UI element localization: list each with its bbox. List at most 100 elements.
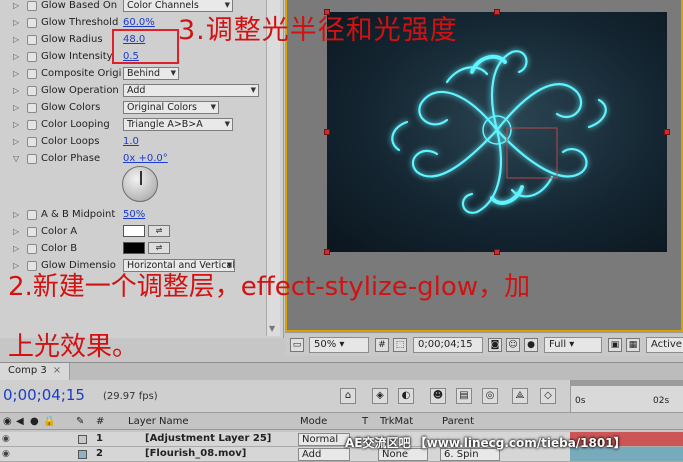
blend-mode-dropdown[interactable]: Add (298, 448, 350, 461)
visibility-eye-icon[interactable]: ◉ (2, 434, 12, 444)
twirl-closed-icon[interactable]: ▷ (13, 120, 21, 130)
a-b-midpoint-value[interactable]: 50% (123, 209, 145, 220)
zoom-dropdown[interactable]: 50% ▾ (309, 337, 369, 353)
time-ruler[interactable]: 0s 02s (570, 380, 683, 412)
camera-dropdown[interactable]: Active (646, 337, 683, 353)
twirl-closed-icon[interactable]: ▷ (13, 69, 21, 79)
bounding-handle[interactable] (324, 129, 330, 135)
stopwatch-icon[interactable] (27, 226, 37, 237)
highlight-box (112, 29, 179, 64)
live-update-icon[interactable]: ◈ (372, 388, 388, 404)
ruler-label-0: 0s (575, 396, 586, 406)
twirl-closed-icon[interactable]: ▷ (13, 227, 21, 237)
prop-name: Color A (41, 226, 78, 237)
region-of-interest-icon[interactable]: ⬚ (393, 338, 407, 352)
composition-canvas[interactable] (324, 9, 670, 255)
color-phase-value[interactable]: 0x +0.0° (123, 153, 168, 164)
label-color-swatch[interactable] (78, 450, 87, 459)
always-preview-icon[interactable]: ▭ (290, 338, 304, 352)
timeline-timecode[interactable]: 0;00;04;15 (3, 386, 85, 404)
bounding-handle[interactable] (664, 129, 670, 135)
twirl-closed-icon[interactable]: ▷ (13, 103, 21, 113)
visibility-eye-icon[interactable]: ◉ (2, 449, 12, 459)
lock-column-icon: 🔒 (43, 416, 56, 427)
layer-name[interactable]: [Flourish_08.mov] (145, 448, 246, 459)
stopwatch-icon[interactable] (27, 136, 37, 147)
stopwatch-icon[interactable] (27, 0, 37, 11)
prop-name: Glow Colors (41, 102, 101, 113)
work-area-bar[interactable] (571, 380, 683, 386)
twirl-closed-icon[interactable]: ▷ (13, 244, 21, 254)
col-layer-name[interactable]: Layer Name (128, 416, 189, 427)
color-phase-dial[interactable] (122, 166, 158, 202)
bounding-handle[interactable] (494, 9, 500, 15)
stopwatch-icon[interactable] (27, 153, 37, 164)
prop-row-glow-operation: ▷ Glow Operation Add ▼ (0, 82, 270, 99)
twirl-closed-icon[interactable]: ▷ (13, 18, 21, 28)
stopwatch-icon[interactable] (27, 119, 37, 130)
twirl-open-icon[interactable]: ▽ (13, 154, 21, 164)
color-b-swatch[interactable] (123, 242, 145, 254)
comp-mini-flowchart-icon[interactable]: ⌂ (340, 388, 356, 404)
stopwatch-icon[interactable] (27, 68, 37, 79)
snapshot-icon[interactable]: ◙ (488, 338, 502, 352)
stopwatch-icon[interactable] (27, 34, 37, 45)
layer-number: 2 (96, 448, 103, 459)
twirl-closed-icon[interactable]: ▷ (13, 35, 21, 45)
blend-mode-dropdown[interactable]: Normal (298, 433, 350, 446)
stopwatch-icon[interactable] (27, 85, 37, 96)
stopwatch-icon[interactable] (27, 102, 37, 113)
channels-icon[interactable]: ● (524, 338, 538, 352)
transparency-grid-icon[interactable]: ▦ (626, 338, 640, 352)
label-color-swatch[interactable] (78, 435, 87, 444)
chevron-down-icon: ▼ (250, 86, 256, 94)
current-time-field[interactable]: 0;00;04;15 (413, 337, 483, 353)
shy-layers-icon[interactable]: ☻ (430, 388, 446, 404)
stopwatch-icon[interactable] (27, 51, 37, 62)
tab-label: Comp 3 (8, 365, 47, 376)
grid-icon[interactable]: # (375, 338, 389, 352)
prop-name: Color Phase (41, 153, 101, 164)
prop-row-glow-colors: ▷ Glow Colors Original Colors ▼ (0, 99, 270, 116)
glow-operation-dropdown[interactable]: Add ▼ (123, 84, 259, 97)
glow-colors-dropdown[interactable]: Original Colors ▼ (123, 101, 219, 114)
twirl-closed-icon[interactable]: ▷ (13, 86, 21, 96)
frame-blending-icon[interactable]: ▤ (456, 388, 472, 404)
scroll-down-icon[interactable]: ▼ (269, 324, 275, 333)
glow-threshold-value[interactable]: 60.0% (123, 17, 155, 28)
step-2-annotation-line2: 上光效果。 (8, 332, 139, 362)
show-snapshot-icon[interactable]: ☺ (506, 338, 520, 352)
prop-name: Composite Origi (41, 68, 122, 79)
keyframe-icon[interactable]: ◇ (540, 388, 556, 404)
color-a-swatch[interactable] (123, 225, 145, 237)
layer-number: 1 (96, 433, 103, 444)
stopwatch-icon[interactable] (27, 209, 37, 220)
tab-comp-3[interactable]: Comp 3 × (0, 363, 71, 380)
stopwatch-icon[interactable] (27, 243, 37, 254)
prop-name: Color Looping (41, 119, 110, 130)
timeline-tab-bar: Comp 3 × (0, 362, 683, 380)
color-looping-dropdown[interactable]: Triangle A>B>A ▼ (123, 118, 233, 131)
twirl-closed-icon[interactable]: ▷ (13, 1, 21, 11)
zoom-value: 50% (314, 339, 337, 350)
stopwatch-icon[interactable] (27, 17, 37, 28)
close-tab-icon[interactable]: × (53, 365, 61, 376)
composite-origi-dropdown[interactable]: Behind ▼ (123, 67, 179, 80)
graph-editor-icon[interactable]: ⟁ (512, 388, 528, 404)
fast-previews-icon[interactable]: ▣ (608, 338, 622, 352)
bounding-handle[interactable] (494, 249, 500, 255)
color-loops-value[interactable]: 1.0 (123, 136, 139, 147)
twirl-closed-icon[interactable]: ▷ (13, 210, 21, 220)
eyedropper-icon[interactable]: ⇌ (148, 225, 170, 237)
twirl-closed-icon[interactable]: ▷ (13, 52, 21, 62)
viewer-toolbar: ▭ 50% ▾ # ⬚ 0;00;04;15 ◙ ☺ ● Full ▾ ▣ ▦ … (285, 332, 683, 356)
prop-row-color-looping: ▷ Color Looping Triangle A>B>A ▼ (0, 116, 270, 133)
resolution-dropdown[interactable]: Full ▾ (544, 337, 602, 353)
col-trkmat: TrkMat (380, 416, 414, 427)
bounding-handle[interactable] (324, 249, 330, 255)
motion-blur-icon[interactable]: ◎ (482, 388, 498, 404)
draft-3d-icon[interactable]: ◐ (398, 388, 414, 404)
twirl-closed-icon[interactable]: ▷ (13, 137, 21, 147)
layer-name[interactable]: [Adjustment Layer 25] (145, 433, 271, 444)
eyedropper-icon[interactable]: ⇌ (148, 242, 170, 254)
